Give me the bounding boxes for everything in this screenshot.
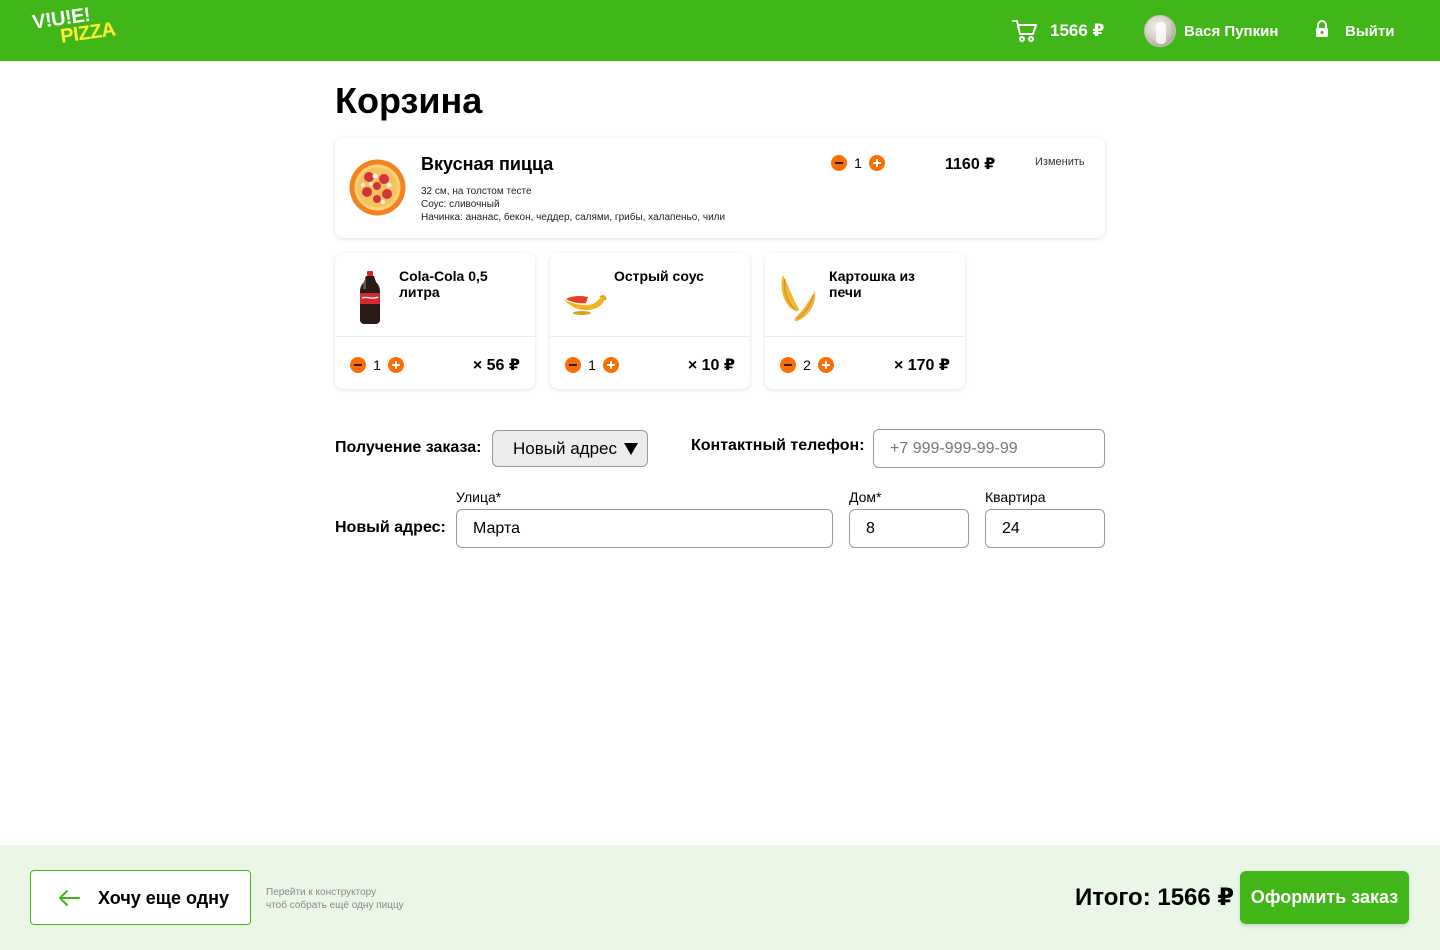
- decrease-button[interactable]: [780, 357, 796, 373]
- card-divider: [765, 336, 965, 337]
- logout-button[interactable]: Выйти: [1315, 19, 1395, 43]
- order-total: Итого: 1566 ₽: [1075, 884, 1235, 911]
- decrease-button[interactable]: [565, 357, 581, 373]
- increase-button[interactable]: [603, 357, 619, 373]
- pizza-icon: [349, 159, 406, 216]
- pizza-size: 32 см, на толстом тесте: [421, 186, 532, 197]
- top-bar: V!U!E! PIZZA 1566 ₽ Вася Пупкин Выйти: [0, 0, 1440, 61]
- pizza-name: Вкусная пицца: [421, 154, 554, 174]
- extra-card-sauce: Острый соус 1 × 10 ₽: [550, 253, 750, 389]
- checkout-button[interactable]: Оформить заказ: [1240, 871, 1409, 924]
- sauce-boat-icon: [560, 269, 610, 325]
- phone-input[interactable]: [873, 429, 1105, 468]
- pizza-fillings: Начинка: ананас, бекон, чеддер, салями, …: [421, 212, 726, 223]
- quantity-value: 2: [803, 357, 811, 373]
- street-label: Улица*: [456, 489, 502, 505]
- phone-label: Контактный телефон:: [691, 437, 865, 454]
- lock-icon: [1315, 19, 1329, 43]
- footer-bar: Хочу еще одну Перейти к конструктору что…: [0, 845, 1440, 950]
- edit-pizza-link[interactable]: Изменить: [1035, 156, 1085, 168]
- pizza-quantity-stepper: 1: [831, 155, 885, 171]
- extra-name: Cola-Cola 0,5 литра: [399, 268, 488, 300]
- extra-price: × 170 ₽: [893, 357, 950, 374]
- cart-item-pizza: Вкусная пицца 32 см, на толстом тесте Со…: [335, 138, 1105, 238]
- delivery-label: Получение заказа:: [335, 439, 482, 456]
- cart-icon: [1012, 19, 1038, 43]
- apartment-input[interactable]: [985, 509, 1105, 548]
- house-input[interactable]: [849, 509, 969, 548]
- quantity-value: 1: [373, 357, 381, 373]
- extra-quantity-stepper: 2: [780, 357, 834, 373]
- avatar: [1144, 15, 1176, 47]
- increase-button[interactable]: [818, 357, 834, 373]
- extra-quantity-stepper: 1: [565, 357, 619, 373]
- decrease-button[interactable]: [831, 155, 847, 171]
- logo[interactable]: V!U!E! PIZZA: [31, 4, 121, 48]
- pizza-sauce: Соус: сливочный: [421, 199, 500, 210]
- back-to-builder-button[interactable]: Хочу еще одну: [30, 870, 251, 925]
- hint-line: чтоб собрать ещё одну пиццу: [266, 900, 404, 911]
- card-divider: [335, 336, 535, 337]
- logout-label: Выйти: [1345, 22, 1395, 40]
- dropdown-arrow-icon: [624, 443, 638, 455]
- user-name: Вася Пупкин: [1184, 22, 1279, 40]
- street-input[interactable]: [456, 509, 833, 548]
- cart-link[interactable]: 1566 ₽: [1012, 17, 1104, 45]
- decrease-button[interactable]: [350, 357, 366, 373]
- quantity-value: 1: [854, 155, 862, 171]
- extra-name: Картошка из печи: [829, 268, 916, 300]
- extra-price: × 56 ₽: [472, 357, 520, 374]
- potato-wedges-icon: [775, 269, 825, 325]
- hint-line: Перейти к конструктору: [266, 887, 377, 898]
- builder-hint: Перейти к конструктору чтоб собрать ещё …: [266, 886, 404, 912]
- apartment-label: Квартира: [985, 489, 1046, 505]
- delivery-select[interactable]: Новый адрес: [492, 430, 648, 467]
- card-divider: [550, 336, 750, 337]
- extra-quantity-stepper: 1: [350, 357, 404, 373]
- extra-card-cola: Cola-Cola 0,5 литра 1 × 56 ₽: [335, 253, 535, 389]
- increase-button[interactable]: [869, 155, 885, 171]
- increase-button[interactable]: [388, 357, 404, 373]
- extra-price: × 10 ₽: [687, 357, 735, 374]
- house-label: Дом*: [849, 489, 882, 505]
- pizza-description: 32 см, на толстом тесте Соус: сливочный …: [421, 185, 725, 224]
- extra-card-potato: Картошка из печи 2 × 170 ₽: [765, 253, 965, 389]
- cart-total: 1566 ₽: [1050, 21, 1105, 40]
- cola-bottle-icon: [345, 269, 395, 325]
- page-title: Корзина: [335, 80, 483, 121]
- delivery-selected-value: Новый адрес: [513, 438, 617, 458]
- arrow-left-icon: [58, 889, 80, 912]
- back-button-label: Хочу еще одну: [98, 888, 230, 908]
- user-profile[interactable]: Вася Пупкин: [1144, 15, 1278, 47]
- pizza-price: 1160 ₽: [945, 156, 996, 173]
- new-address-label: Новый адрес:: [335, 519, 446, 536]
- quantity-value: 1: [588, 357, 596, 373]
- extra-name: Острый соус: [614, 268, 704, 284]
